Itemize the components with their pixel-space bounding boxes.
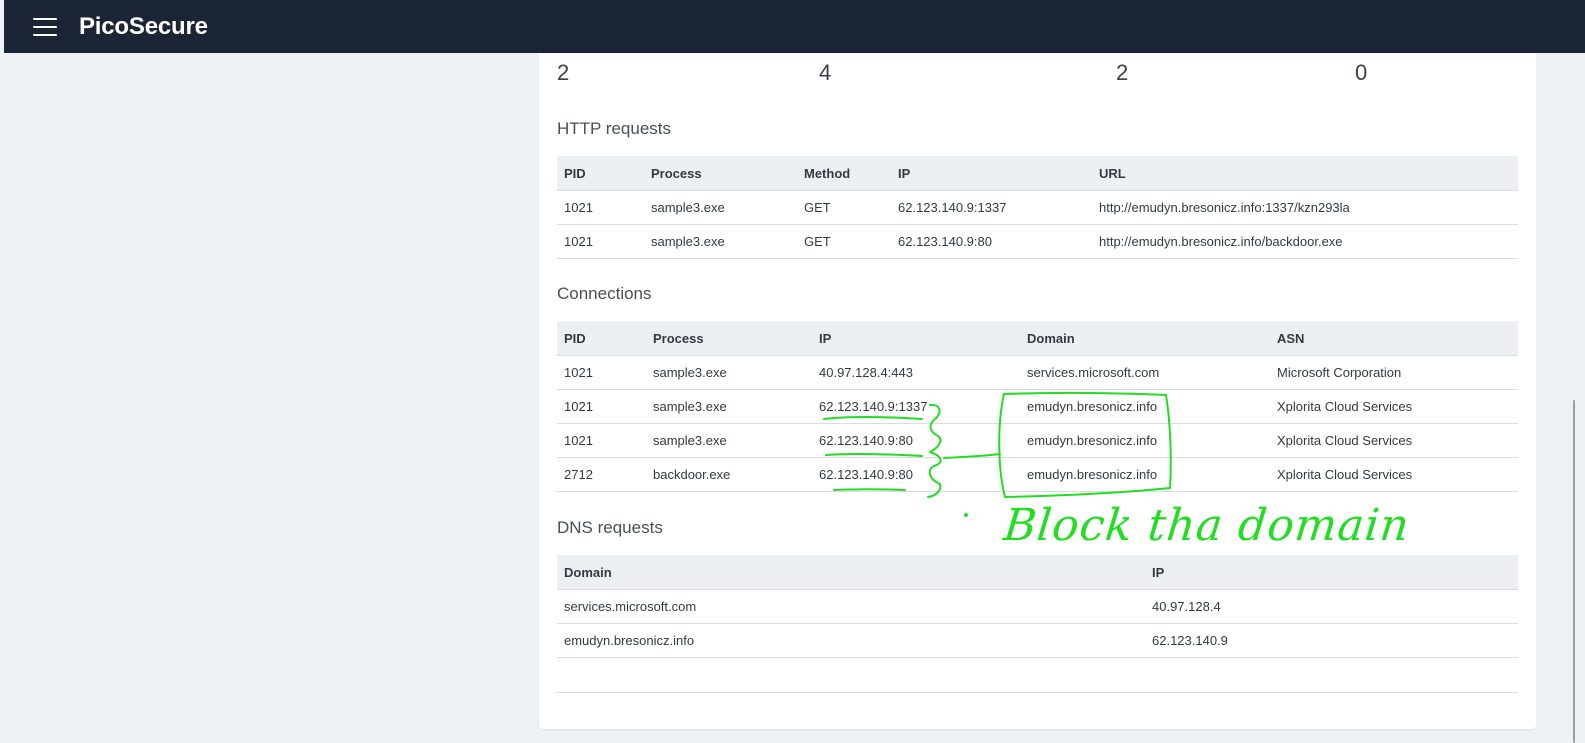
- http-requests-table: PID Process Method IP URL 1021 sample3.e…: [557, 156, 1518, 259]
- asn-cell: Xplorita Cloud Services: [1270, 423, 1518, 458]
- divider: [557, 692, 1518, 693]
- domain-cell: services.microsoft.com: [1020, 355, 1270, 390]
- table-header-row: PID Process Method IP URL: [557, 156, 1518, 191]
- pid-cell: 1021: [557, 224, 644, 259]
- connections-title: Connections: [557, 284, 652, 303]
- column-header[interactable]: Method: [797, 156, 891, 191]
- annotation-text: Block tha domain: [1001, 500, 1413, 551]
- process-cell: sample3.exe: [646, 389, 812, 424]
- url-cell: http://emudyn.bresonicz.info:1337/kzn293…: [1092, 190, 1518, 225]
- table-row: 1021 sample3.exe GET 62.123.140.9:1337 h…: [557, 190, 1518, 225]
- stat-value: 2: [1116, 60, 1129, 85]
- stat-value: 2: [557, 60, 570, 85]
- pid-cell: 1021: [557, 190, 644, 225]
- table-row: 2712 backdoor.exe 62.123.140.9:80 emudyn…: [557, 457, 1518, 492]
- table-header-row: Domain IP: [557, 555, 1518, 590]
- domain-cell: emudyn.bresonicz.info: [1020, 423, 1270, 458]
- domain-cell: emudyn.bresonicz.info: [1020, 457, 1270, 492]
- table-row: 1021 sample3.exe GET 62.123.140.9:80 htt…: [557, 224, 1518, 259]
- stat-value: 0: [1355, 60, 1368, 85]
- process-cell: sample3.exe: [646, 355, 812, 390]
- pid-cell: 1021: [557, 389, 646, 424]
- column-header[interactable]: Domain: [557, 555, 1145, 590]
- table-row: 1021 sample3.exe 62.123.140.9:1337 emudy…: [557, 389, 1518, 424]
- ip-cell: 62.123.140.9:1337: [812, 389, 1020, 424]
- ip-cell: 62.123.140.9: [1145, 623, 1518, 658]
- method-cell: GET: [797, 224, 891, 259]
- method-cell: GET: [797, 190, 891, 225]
- domain-cell: emudyn.bresonicz.info: [1020, 389, 1270, 424]
- process-cell: backdoor.exe: [646, 457, 812, 492]
- column-header[interactable]: Domain: [1020, 321, 1270, 356]
- asn-cell: Microsoft Corporation: [1270, 355, 1518, 390]
- table-header-row: PID Process IP Domain ASN: [557, 321, 1518, 356]
- ip-cell: 62.123.140.9:80: [891, 224, 1092, 259]
- http-requests-title: HTTP requests: [557, 119, 672, 138]
- ip-cell: 62.123.140.9:80: [812, 457, 1020, 492]
- column-header[interactable]: Process: [644, 156, 797, 191]
- column-header[interactable]: PID: [557, 156, 644, 191]
- ip-cell: 40.97.128.4:443: [812, 355, 1020, 390]
- column-header[interactable]: Process: [646, 321, 812, 356]
- dns-requests-title: DNS requests: [557, 518, 663, 537]
- process-cell: sample3.exe: [646, 423, 812, 458]
- table-row: 1021 sample3.exe 62.123.140.9:80 emudyn.…: [557, 423, 1518, 458]
- column-header[interactable]: URL: [1092, 156, 1518, 191]
- column-header[interactable]: IP: [1145, 555, 1518, 590]
- column-header[interactable]: IP: [891, 156, 1092, 191]
- table-row: 1021 sample3.exe 40.97.128.4:443 service…: [557, 355, 1518, 390]
- hamburger-menu-icon[interactable]: [33, 17, 57, 36]
- column-header[interactable]: ASN: [1270, 321, 1518, 356]
- stat-value: 4: [819, 60, 832, 85]
- domain-cell: emudyn.bresonicz.info: [557, 623, 1145, 658]
- connections-table: PID Process IP Domain ASN 1021 sample3.e…: [557, 321, 1518, 492]
- table-row: emudyn.bresonicz.info 62.123.140.9: [557, 623, 1518, 658]
- table-row: services.microsoft.com 40.97.128.4: [557, 589, 1518, 624]
- url-cell: http://emudyn.bresonicz.info/backdoor.ex…: [1092, 224, 1518, 259]
- asn-cell: Xplorita Cloud Services: [1270, 457, 1518, 492]
- process-cell: sample3.exe: [644, 224, 797, 259]
- ip-cell: 62.123.140.9:80: [812, 423, 1020, 458]
- pid-cell: 1021: [557, 355, 646, 390]
- process-cell: sample3.exe: [644, 190, 797, 225]
- domain-cell: services.microsoft.com: [557, 589, 1145, 624]
- ip-cell: 40.97.128.4: [1145, 589, 1518, 624]
- pid-cell: 1021: [557, 423, 646, 458]
- pid-cell: 2712: [557, 457, 646, 492]
- top-app-bar: PicoSecure: [4, 0, 1585, 53]
- app-title: PicoSecure: [79, 12, 208, 40]
- dns-requests-table: Domain IP services.microsoft.com 40.97.1…: [557, 555, 1518, 658]
- column-header[interactable]: PID: [557, 321, 646, 356]
- ip-cell: 62.123.140.9:1337: [891, 190, 1092, 225]
- scrollbar-thumb[interactable]: [1573, 400, 1575, 743]
- column-header[interactable]: IP: [812, 321, 1020, 356]
- asn-cell: Xplorita Cloud Services: [1270, 389, 1518, 424]
